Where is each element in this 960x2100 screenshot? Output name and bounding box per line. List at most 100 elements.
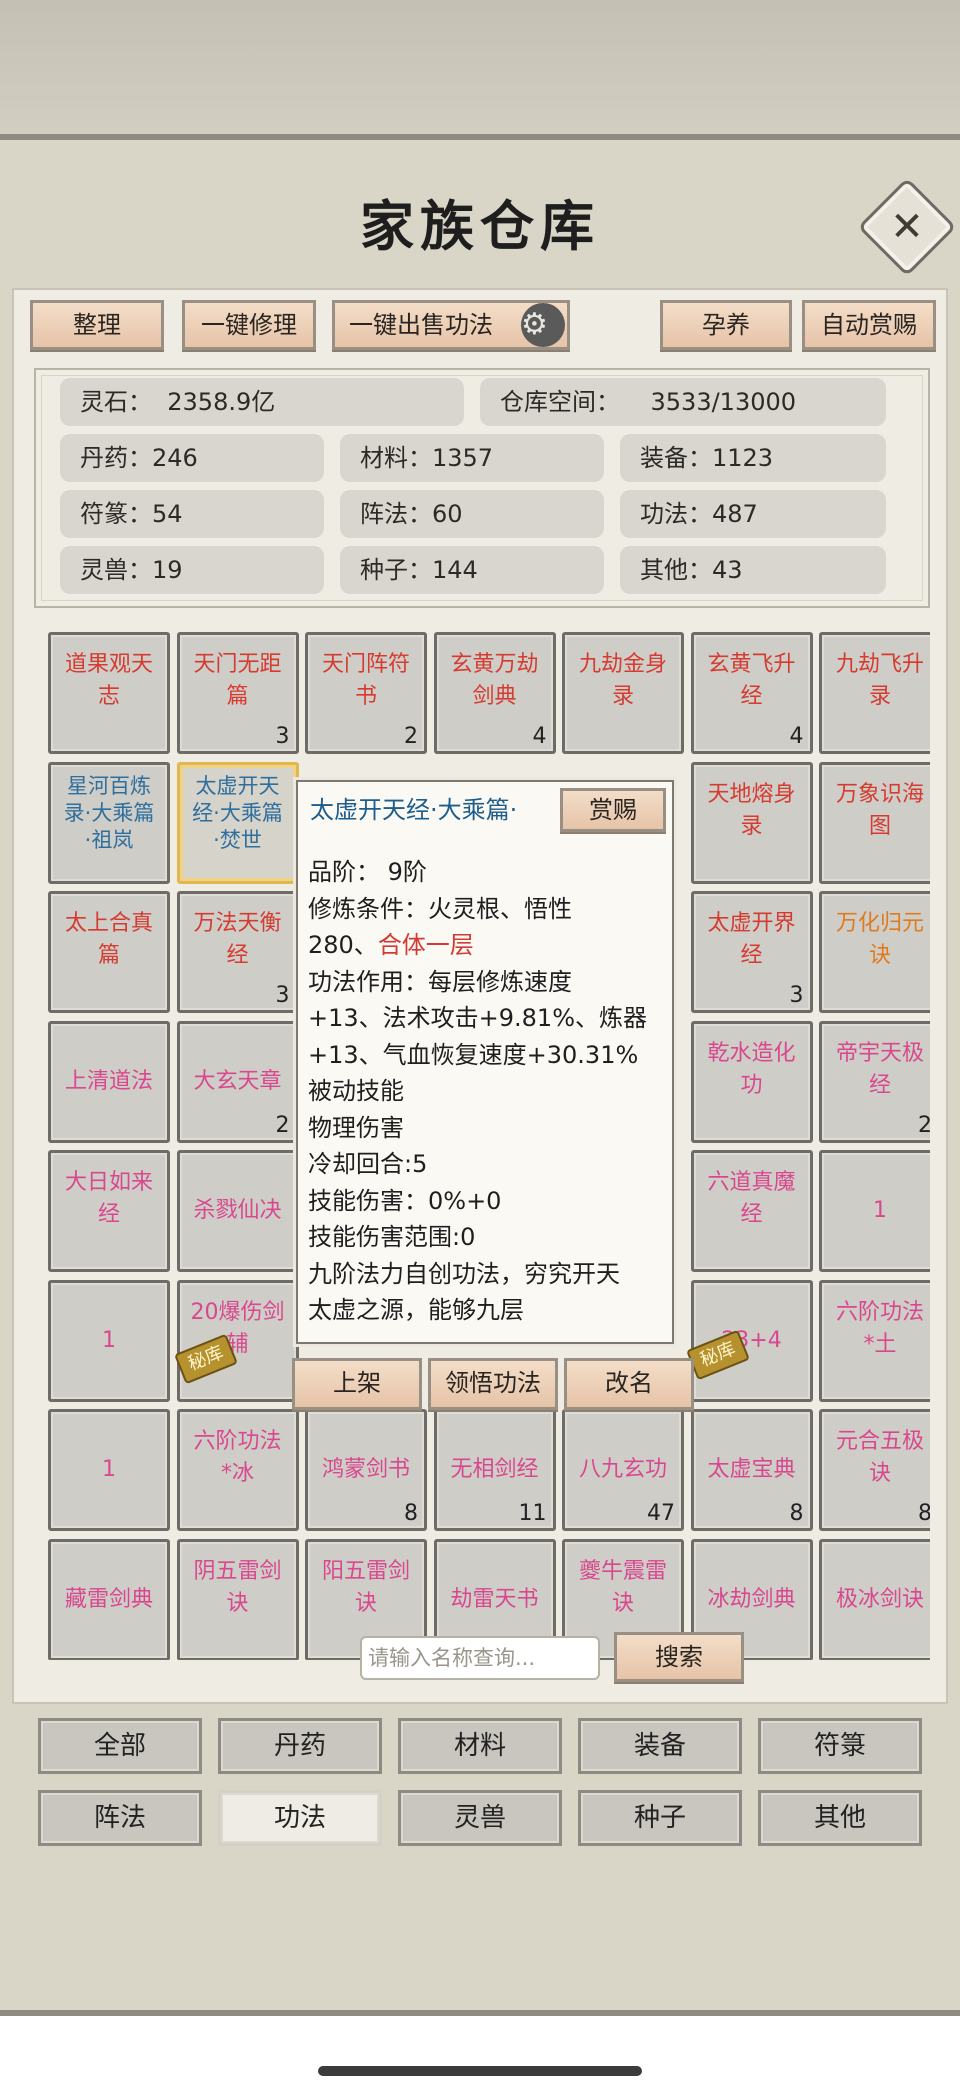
technique-detail-popup: 太虚开天经·大乘篇· 赏赐 品阶： 9阶 修炼条件：火灵根、悟性 280、合体一… [296, 780, 674, 1344]
item-name: 玄黄万劫 剑典 [450, 652, 539, 709]
sell-techniques-button[interactable]: 一键出售功法 ⚙ [332, 300, 570, 350]
item-name: 冰劫剑典 [707, 1586, 796, 1612]
item-count: 8 [404, 1501, 418, 1526]
item-cell[interactable]: 帝宇天极 经 2 [819, 1020, 930, 1143]
item-cell[interactable]: 天地熔身 录 [690, 761, 813, 884]
item-cell[interactable]: 藏雷剑典 [48, 1538, 170, 1660]
popup-realm-requirement: 合体一层 [377, 931, 474, 959]
item-name: 天门无距 篇 [193, 652, 282, 709]
item-cell[interactable]: 九劫金身 录 [562, 632, 684, 754]
stats-box: 灵石： 2358.9亿 仓库空间： 3533/13000 丹药：246 材料：1… [34, 368, 930, 608]
popup-effect-1: 功法作用：每层修炼速度 [308, 967, 572, 996]
stat-techniques: 功法：487 [620, 490, 886, 538]
item-cell[interactable]: 六道真魔 经 [690, 1150, 813, 1272]
item-cell[interactable]: 万法天衡 经 3 [176, 891, 299, 1013]
item-cell[interactable]: 太虚宝典 8 [690, 1409, 813, 1531]
tab-techniques[interactable]: 功法 [218, 1790, 382, 1846]
home-indicator[interactable] [318, 2066, 642, 2076]
popup-effect-2: +13、法术攻击+9.81%、炼器 [308, 1004, 647, 1032]
item-name: 大日如来 经 [64, 1170, 153, 1227]
item-cell[interactable]: 鸿蒙剑书 8 [305, 1409, 427, 1531]
item-name: 万化归元 诀 [835, 911, 924, 968]
item-cell[interactable]: 太虚开天 经·大乘篇 ·焚世 [176, 761, 299, 884]
item-count: 8 [918, 1501, 930, 1526]
popup-passive: 被动技能 [308, 1077, 404, 1105]
tab-beasts[interactable]: 灵兽 [398, 1790, 562, 1846]
item-cell[interactable]: 天门无距 篇 3 [176, 632, 299, 754]
popup-grade: 品阶： 9阶 [308, 858, 427, 886]
popup-damage-type: 物理伤害 [308, 1113, 404, 1142]
item-cell[interactable]: 道果观天 志 [48, 632, 170, 754]
item-cell[interactable]: 阴五雷剑 诀 [176, 1538, 299, 1660]
seal-icon: 秘库 [173, 1333, 238, 1384]
item-cell[interactable]: 万象识海 图 [819, 761, 930, 884]
item-cell[interactable]: 23+4 秘库 [685, 1279, 813, 1402]
tab-all[interactable]: 全部 [38, 1718, 202, 1774]
learn-technique-button[interactable]: 领悟功法 [428, 1358, 558, 1410]
tab-talismans[interactable]: 符箓 [758, 1718, 922, 1774]
stat-pills: 丹药：246 [60, 434, 324, 482]
item-cell[interactable]: 乾水造化 功 [690, 1020, 813, 1143]
item-name: 1 [102, 1327, 116, 1353]
item-cell[interactable]: 六阶功法 *土 [819, 1279, 930, 1402]
item-cell[interactable]: 1 [819, 1150, 930, 1272]
tab-pills[interactable]: 丹药 [218, 1718, 382, 1774]
item-cell[interactable]: 大玄天章 2 [176, 1020, 299, 1143]
item-name: 太虚开界 经 [707, 911, 796, 968]
sort-button[interactable]: 整理 [30, 300, 164, 350]
nurture-button[interactable]: 孕养 [660, 300, 792, 350]
sell-techniques-label: 一键出售功法 [349, 311, 493, 339]
item-count: 11 [518, 1501, 547, 1526]
item-cell[interactable]: 大日如来 经 [48, 1150, 170, 1272]
item-name: 玄黄飞升 经 [707, 652, 796, 709]
item-cell[interactable]: 九劫飞升 录 [819, 632, 930, 754]
popup-cooldown: 冷却回合:5 [308, 1150, 428, 1178]
item-cell[interactable]: 天门阵符 书 2 [305, 632, 427, 754]
repair-all-button[interactable]: 一键修理 [182, 300, 316, 350]
item-cell[interactable]: 杀戮仙决 [176, 1150, 299, 1272]
gear-icon[interactable]: ⚙ [521, 303, 565, 347]
item-name: 星河百炼 录·大乘篇 ·祖岚 [63, 773, 155, 852]
tab-others[interactable]: 其他 [758, 1790, 922, 1846]
search-input[interactable]: 请输入名称查询... [360, 1636, 600, 1680]
item-cell[interactable]: 太上合真 篇 [48, 891, 170, 1013]
item-name: 天地熔身 录 [707, 781, 796, 839]
tab-materials[interactable]: 材料 [398, 1718, 562, 1774]
item-cell[interactable]: 太虚开界 经 3 [690, 891, 813, 1013]
item-cell[interactable]: 六阶功法 *冰 [176, 1409, 299, 1531]
item-cell[interactable]: 星河百炼 录·大乘篇 ·祖岚 [48, 761, 170, 884]
item-cell[interactable]: 1 [48, 1279, 170, 1402]
tab-formations[interactable]: 阵法 [38, 1790, 202, 1846]
auto-reward-button[interactable]: 自动赏赐 [802, 300, 936, 350]
tab-equipment[interactable]: 装备 [578, 1718, 742, 1774]
item-name: 八九玄功 [578, 1457, 667, 1482]
item-count: 4 [789, 724, 804, 749]
item-cell[interactable]: 八九玄功 47 [562, 1409, 684, 1531]
item-cell[interactable]: 极冰剑诀 [819, 1538, 930, 1660]
item-cell[interactable]: 无相剑经 11 [433, 1409, 556, 1531]
item-cell[interactable]: 玄黄万劫 剑典 4 [433, 632, 556, 754]
item-name: 上清道法 [64, 1068, 153, 1094]
tab-seeds[interactable]: 种子 [578, 1790, 742, 1846]
reward-button[interactable]: 赏赐 [560, 788, 666, 832]
item-cell[interactable]: 20爆伤剑 辅秘库 [173, 1279, 299, 1402]
top-banner [0, 0, 960, 140]
item-cell[interactable]: 1 [48, 1409, 170, 1531]
item-name: 六道真魔 经 [707, 1170, 796, 1227]
stat-formations: 阵法：60 [340, 490, 604, 538]
search-button[interactable]: 搜索 [614, 1632, 744, 1682]
item-name: 杀戮仙决 [193, 1198, 282, 1223]
rename-button[interactable]: 改名 [564, 1358, 694, 1410]
popup-effect-3: +13、气血恢复速度+30.31% [308, 1040, 639, 1069]
item-cell[interactable]: 玄黄飞升 经 4 [690, 632, 813, 754]
list-button[interactable]: 上架 [292, 1358, 422, 1410]
item-name: 极冰剑诀 [835, 1586, 924, 1612]
stat-equipment: 装备：1123 [620, 434, 886, 482]
item-cell[interactable]: 元合五极 诀 8 [819, 1409, 930, 1531]
item-name: 1 [102, 1457, 116, 1482]
item-cell[interactable]: 上清道法 [48, 1020, 170, 1143]
item-cell[interactable]: 万化归元 诀 [819, 891, 930, 1013]
item-count: 3 [275, 724, 290, 749]
item-count: 2 [275, 1112, 290, 1138]
item-name: 阴五雷剑 诀 [193, 1558, 282, 1616]
